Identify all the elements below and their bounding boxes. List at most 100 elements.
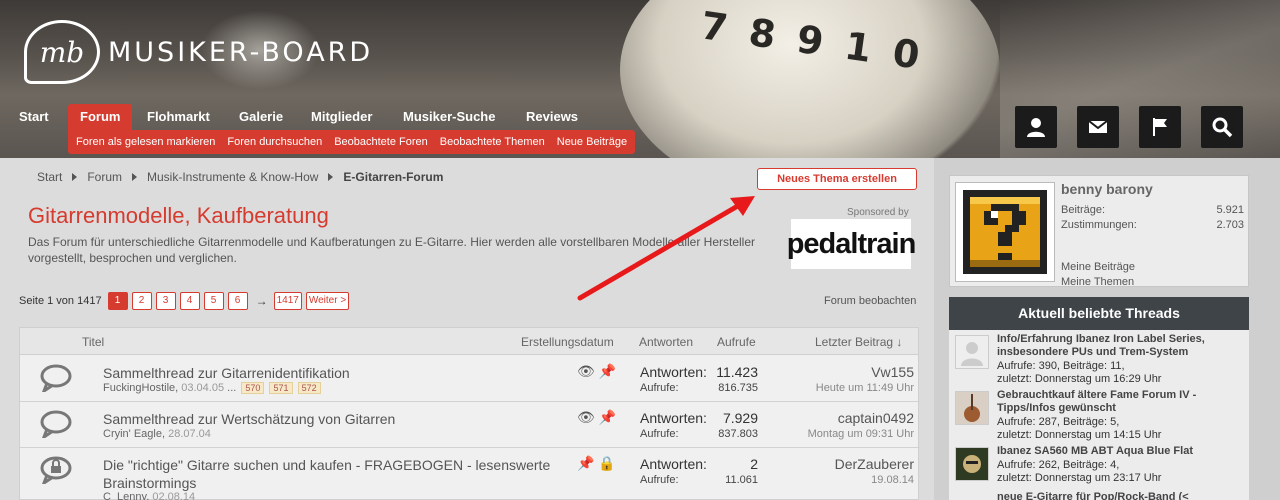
page-link-last[interactable]: 1417	[273, 292, 302, 310]
pagination: Seite 1 von 1417 1 2 3 4 5 6 → 1417 Weit…	[19, 292, 353, 310]
popular-thread-meta: Aufrufe: 287, Beiträge: 5,	[997, 416, 1120, 428]
page-link-3[interactable]: 3	[155, 292, 176, 310]
subnav-new-posts[interactable]: Neue Beiträge	[551, 136, 633, 148]
table-row: Sammelthread zur Wertschätzung von Gitar…	[20, 402, 920, 448]
likes-label: Zustimmungen:	[1061, 219, 1137, 231]
avatar[interactable]	[955, 182, 1055, 282]
breadcrumb-forum[interactable]: Forum	[87, 170, 122, 184]
last-post-user[interactable]: DerZauberer	[835, 456, 914, 472]
page-link-4[interactable]: 4	[179, 292, 200, 310]
forum-subnav: Foren als gelesen markieren Foren durchs…	[68, 130, 636, 154]
user-thumbnail-image	[956, 448, 988, 480]
breadcrumb-start[interactable]: Start	[37, 170, 62, 184]
popular-thread-last: zuletzt: Donnerstag um 23:17 Uhr	[997, 472, 1162, 484]
popular-thread-meta: Aufrufe: 262, Beiträge: 4,	[997, 459, 1120, 471]
popular-thread-title[interactable]: Gebrauchtkauf ältere Fame Forum IV - Tip…	[997, 389, 1243, 415]
page-link-1[interactable]: 1	[107, 292, 128, 310]
thread-author[interactable]: Cryin' Eagle	[103, 428, 162, 440]
nav-item-galerie[interactable]: Galerie	[227, 104, 295, 130]
thread-status-icons: 📌 🔒	[577, 455, 616, 472]
col-last-post[interactable]: Letzter Beitrag ↓	[815, 335, 902, 349]
messages-button[interactable]	[1077, 106, 1119, 148]
subnav-search-forums[interactable]: Foren durchsuchen	[221, 136, 328, 148]
subnav-watched-forums[interactable]: Beobachtete Foren	[328, 136, 434, 148]
thread-thumbnail	[955, 391, 989, 425]
nav-item-flohmarkt[interactable]: Flohmarkt	[135, 104, 222, 130]
thread-author[interactable]: FuckingHostile	[103, 382, 175, 394]
nav-item-musiker-suche[interactable]: Musiker-Suche	[391, 104, 507, 130]
user-panel: benny barony Beiträge: 5.921 Zustimmunge…	[949, 175, 1249, 288]
col-title[interactable]: Titel	[82, 335, 104, 349]
breadcrumb: Start Forum Musik-Instrumente & Know-How…	[37, 170, 443, 184]
views-label: Aufrufe:	[640, 428, 679, 440]
col-views[interactable]: Aufrufe	[717, 335, 756, 349]
my-threads-link[interactable]: Meine Themen	[1061, 276, 1134, 288]
last-post-date[interactable]: Montag um 09:31 Uhr	[808, 428, 914, 440]
views-count: 816.735	[718, 382, 758, 394]
next-page-button[interactable]: Weiter >	[305, 292, 350, 310]
posts-label: Beiträge:	[1061, 204, 1106, 216]
popular-thread-title[interactable]: neue E-Gitarre für Pop/Rock-Band (<	[997, 491, 1243, 500]
list-item[interactable]: Info/Erfahrung Ibanez Iron Label Series,…	[949, 330, 1249, 386]
answers-label: Antworten:	[640, 456, 707, 472]
page-link-6[interactable]: 6	[227, 292, 248, 310]
thread-page-link[interactable]: 571	[269, 382, 293, 394]
thread-title[interactable]: Die "richtige" Gitarre suchen und kaufen…	[103, 456, 553, 492]
popular-thread-last: zuletzt: Donnerstag um 16:29 Uhr	[997, 373, 1162, 385]
thread-list: Titel Erstellungsdatum Antworten Aufrufe…	[19, 327, 920, 500]
watched-eye-icon: 👁	[577, 409, 595, 425]
page-count: Seite 1 von 1417	[19, 295, 102, 307]
watch-forum-link[interactable]: Forum beobachten	[824, 295, 916, 307]
thread-list-header: Titel Erstellungsdatum Antworten Aufrufe…	[20, 328, 918, 355]
account-button[interactable]	[1015, 106, 1057, 148]
popular-threads-header: Aktuell beliebte Threads	[949, 297, 1249, 330]
thread-title[interactable]: Sammelthread zur Gitarrenidentifikation	[103, 364, 553, 382]
answers-label: Antworten:	[640, 410, 707, 426]
page-link-2[interactable]: 2	[131, 292, 152, 310]
nav-item-forum[interactable]: Forum	[68, 104, 133, 130]
user-icon	[1027, 118, 1045, 137]
views-label: Aufrufe:	[640, 382, 679, 394]
likes-stat: Zustimmungen: 2.703	[1061, 219, 1244, 231]
nav-item-reviews[interactable]: Reviews	[514, 104, 590, 130]
subnav-mark-read[interactable]: Foren als gelesen markieren	[70, 136, 221, 148]
site-logo[interactable]: mb MUSIKER-BOARD	[24, 20, 373, 84]
answers-label: Antworten:	[640, 364, 707, 380]
sponsor-label: Sponsored by	[847, 207, 909, 218]
breadcrumb-current[interactable]: E-Gitarren-Forum	[343, 170, 443, 184]
likes-value: 2.703	[1216, 219, 1244, 231]
page-link-5[interactable]: 5	[203, 292, 224, 310]
col-created[interactable]: Erstellungsdatum	[521, 335, 614, 349]
alerts-button[interactable]	[1139, 106, 1181, 148]
thread-thumbnail	[955, 335, 989, 369]
last-post-user[interactable]: Vw155	[871, 364, 914, 380]
logo-mark: mb	[24, 20, 100, 84]
sponsor-logo[interactable]: pedaltrain	[787, 219, 916, 269]
lock-icon: 🔒	[598, 455, 616, 471]
subnav-watched-threads[interactable]: Beobachtete Themen	[434, 136, 551, 148]
search-button[interactable]	[1201, 106, 1243, 148]
nav-item-start[interactable]: Start	[7, 104, 61, 130]
new-thread-button[interactable]: Neues Thema erstellen	[757, 168, 917, 190]
last-post-user[interactable]: captain0492	[838, 410, 914, 426]
last-post-date[interactable]: 19.08.14	[871, 474, 914, 486]
username[interactable]: benny barony	[1061, 181, 1153, 197]
popular-thread-last: zuletzt: Donnerstag um 14:15 Uhr	[997, 429, 1162, 441]
thread-page-link[interactable]: 572	[297, 382, 321, 394]
sticky-pin-icon: 📌	[598, 409, 617, 425]
list-item[interactable]: neue E-Gitarre für Pop/Rock-Band (<	[949, 490, 1249, 500]
last-post-date[interactable]: Heute um 11:49 Uhr	[816, 382, 914, 394]
my-posts-link[interactable]: Meine Beiträge	[1061, 261, 1135, 273]
views-count: 837.803	[718, 428, 758, 440]
nav-item-mitglieder[interactable]: Mitglieder	[299, 104, 384, 130]
thread-title[interactable]: Sammelthread zur Wertschätzung von Gitar…	[103, 410, 553, 428]
breadcrumb-instruments[interactable]: Musik-Instrumente & Know-How	[147, 170, 318, 184]
popular-thread-title[interactable]: Info/Erfahrung Ibanez Iron Label Series,…	[997, 333, 1243, 359]
list-item[interactable]: Gebrauchtkauf ältere Fame Forum IV - Tip…	[949, 386, 1249, 442]
col-answers[interactable]: Antworten	[639, 335, 693, 349]
thread-author[interactable]: C_Lenny	[103, 491, 146, 500]
thread-date: 28.07.04	[168, 428, 211, 440]
popular-thread-title[interactable]: Ibanez SA560 MB ABT Aqua Blue Flat	[997, 445, 1243, 458]
thread-page-link[interactable]: 570	[241, 382, 265, 394]
main-nav: Start Forum Flohmarkt Galerie Mitglieder…	[0, 104, 1000, 130]
